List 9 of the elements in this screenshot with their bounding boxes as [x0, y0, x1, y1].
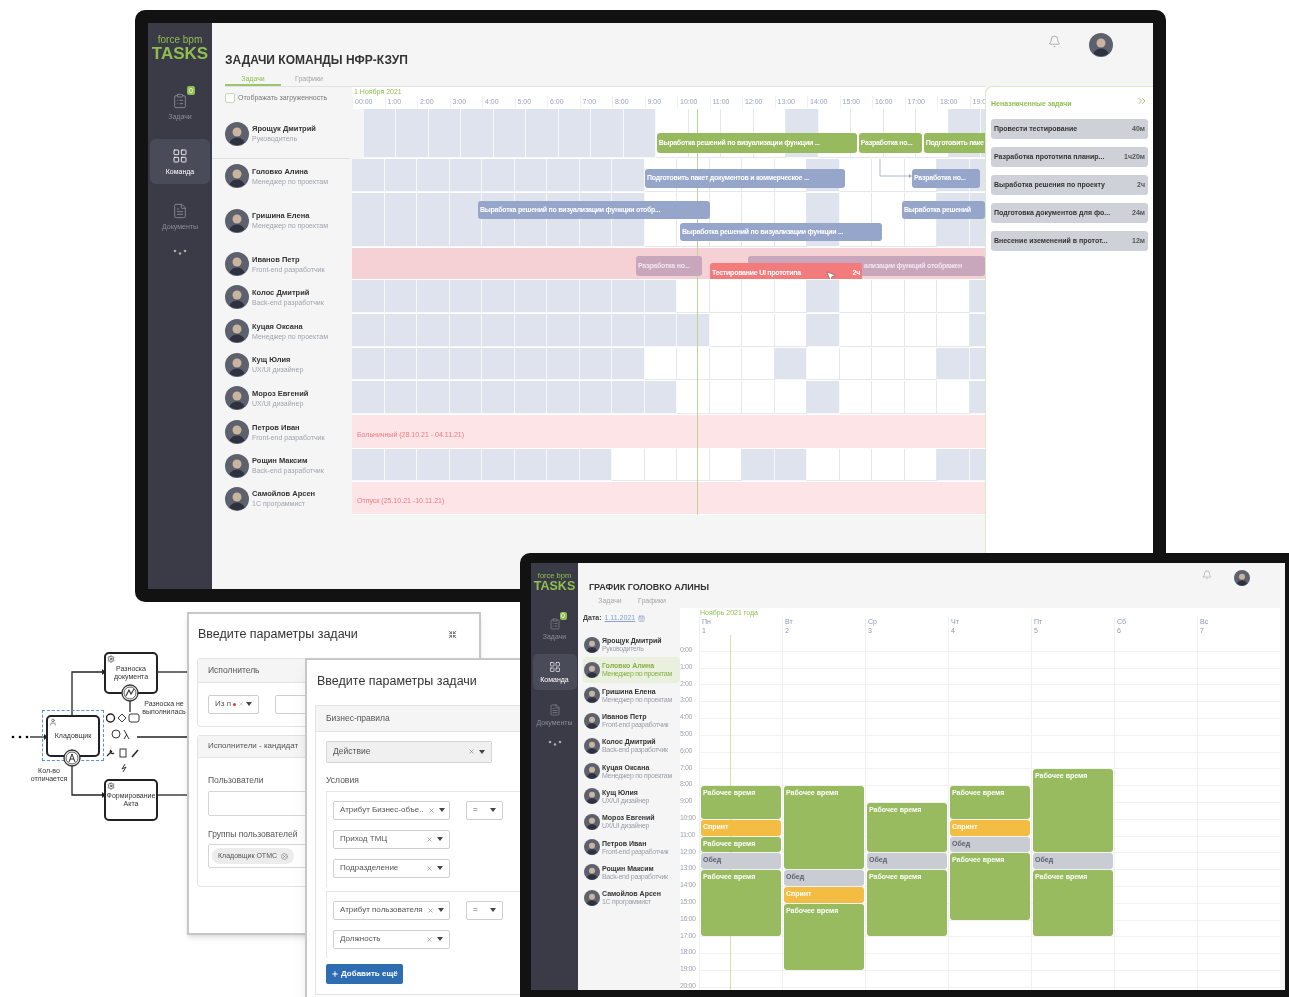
dialog-title: Введите параметры задачи	[198, 626, 358, 643]
logo-subtitle: force bpm	[157, 35, 203, 45]
page-title: ЗАДАЧИ КОМАНДЫ НФР-КЗУП	[224, 52, 408, 69]
page-title: ГРАФИК ГОЛОВКО АЛИНЫ	[588, 581, 709, 594]
logo-title: TASKS	[533, 579, 576, 592]
field-label: Пользователи	[208, 773, 264, 787]
field-label: Условия	[326, 773, 359, 787]
field-label: Группы пользователей	[208, 827, 298, 841]
logo-title: TASKS	[151, 45, 209, 62]
